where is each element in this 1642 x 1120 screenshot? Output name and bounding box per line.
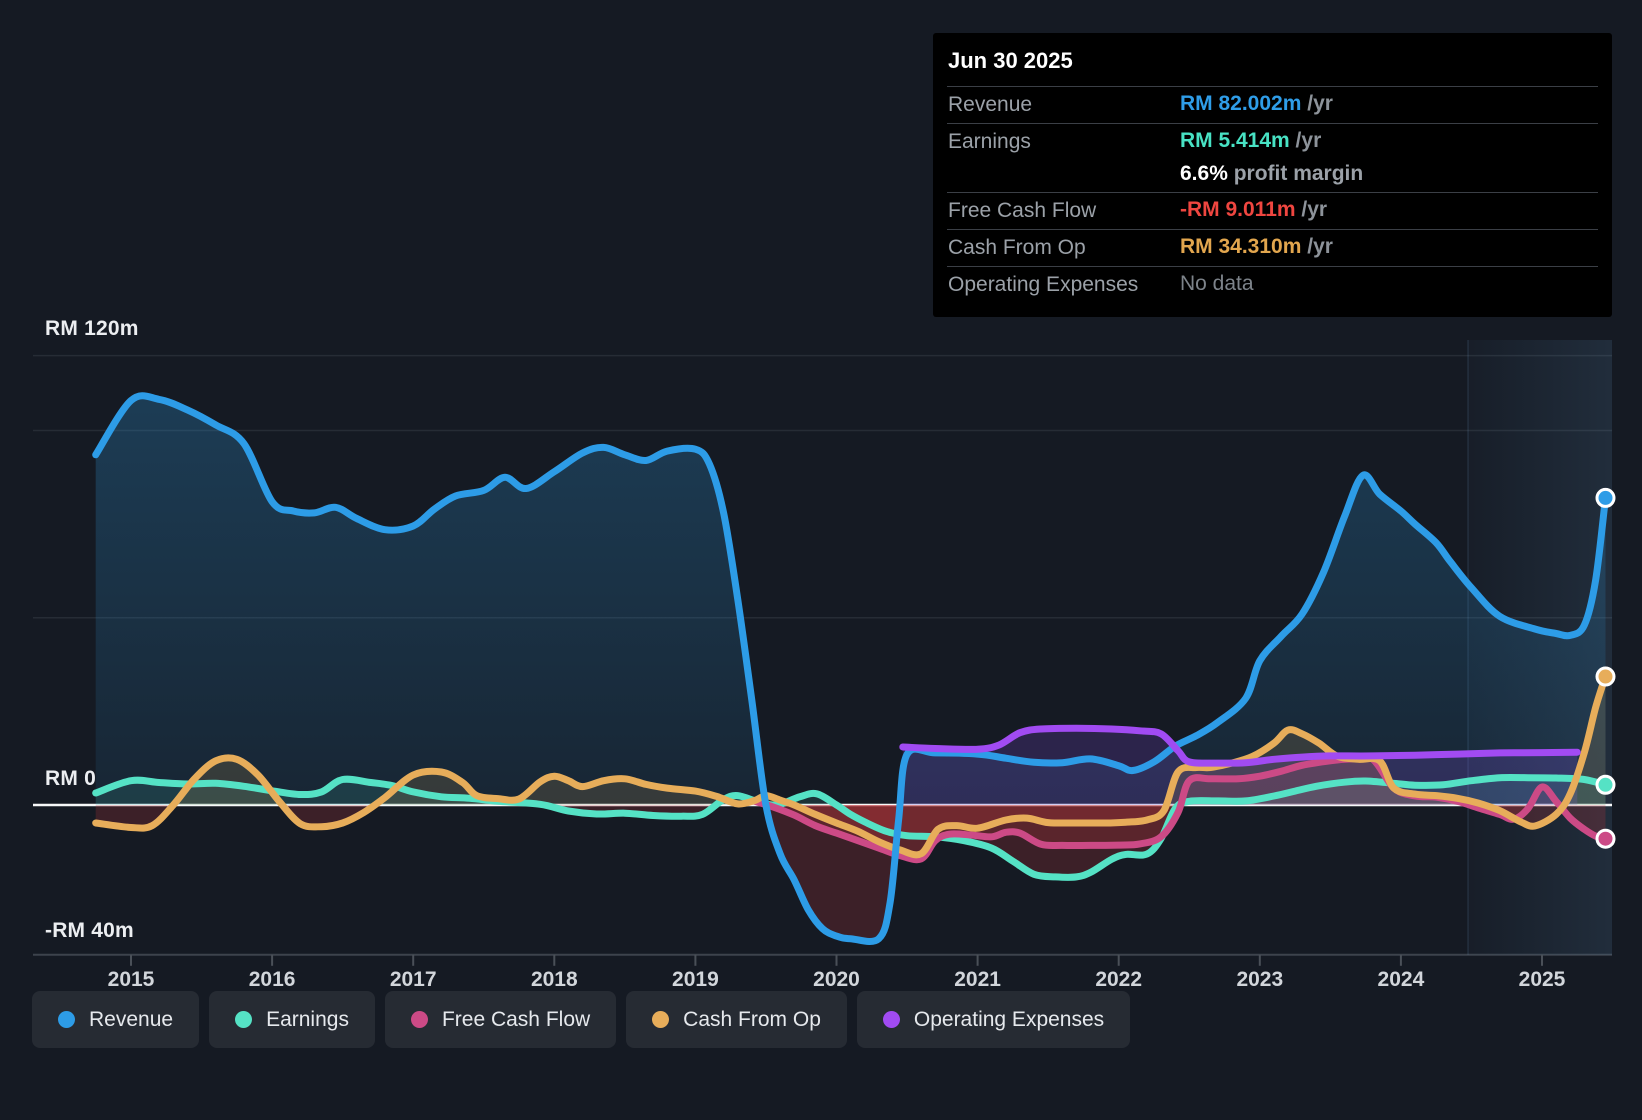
chart-legend: Revenue Earnings Free Cash Flow Cash Fro… bbox=[32, 991, 1131, 1048]
tooltip-label: Operating Expenses bbox=[948, 273, 1139, 296]
legend-item-cash-from-op[interactable]: Cash From Op bbox=[626, 991, 847, 1048]
tooltip-row-free-cash-flow: Free Cash Flow -RM 9.011m /yr bbox=[947, 192, 1598, 229]
y-axis-label-neg40m: -RM 40m bbox=[45, 919, 134, 942]
tooltip-row-operating-expenses: Operating Expenses No data bbox=[947, 266, 1598, 303]
y-axis-label-120m: RM 120m bbox=[45, 317, 139, 340]
tooltip-label: Free Cash Flow bbox=[948, 199, 1097, 222]
chart-tooltip-panel: Jun 30 2025 Revenue RM 82.002m /yr Earni… bbox=[933, 33, 1612, 317]
x-axis-label-2025: 2025 bbox=[1518, 968, 1566, 991]
legend-label: Operating Expenses bbox=[913, 1007, 1105, 1031]
legend-item-operating-expenses[interactable]: Operating Expenses bbox=[856, 991, 1131, 1048]
legend-label: Cash From Op bbox=[683, 1007, 821, 1031]
x-axis-label-2019: 2019 bbox=[672, 968, 719, 991]
stock-financials-chart-page: RM 120m RM 0 -RM 40m 2015 2016 2017 2018 201… bbox=[0, 0, 1642, 1120]
x-axis-label-2022: 2022 bbox=[1095, 968, 1143, 991]
x-axis-label-2024: 2024 bbox=[1377, 968, 1425, 991]
tooltip-value-cash-from-op: RM 34.310m bbox=[1180, 235, 1302, 258]
tooltip-value-revenue: RM 82.002m bbox=[1180, 92, 1302, 115]
tooltip-label: Cash From Op bbox=[948, 236, 1086, 259]
tooltip-value-operating-expenses: No data bbox=[1180, 272, 1254, 295]
tooltip-suffix: /yr bbox=[1289, 129, 1322, 152]
legend-item-free-cash-flow[interactable]: Free Cash Flow bbox=[384, 991, 617, 1048]
x-axis-label-2017: 2017 bbox=[389, 968, 437, 991]
tooltip-value-free-cash-flow: -RM 9.011m bbox=[1180, 198, 1296, 221]
free-cash-flow-dot-icon bbox=[410, 1011, 428, 1028]
revenue-dot-icon bbox=[58, 1011, 75, 1028]
x-axis-label-2020: 2020 bbox=[813, 968, 860, 991]
tooltip-row-earnings: Earnings RM 5.414m /yr 6.6% profit margi… bbox=[947, 123, 1598, 192]
cash-from-op-dot-icon bbox=[652, 1011, 670, 1028]
tooltip-date: Jun 30 2025 bbox=[948, 48, 1073, 73]
x-axis-label-2015: 2015 bbox=[107, 968, 155, 991]
tooltip-row-cash-from-op: Cash From Op RM 34.310m /yr bbox=[947, 229, 1598, 266]
tooltip-row-revenue: Revenue RM 82.002m /yr bbox=[947, 86, 1598, 123]
legend-label: Earnings bbox=[266, 1007, 349, 1031]
legend-item-earnings[interactable]: Earnings bbox=[209, 991, 375, 1048]
tooltip-label: Revenue bbox=[948, 93, 1033, 116]
operating-expenses-dot-icon bbox=[882, 1011, 900, 1028]
x-axis-label-2021: 2021 bbox=[954, 968, 1001, 991]
tooltip-suffix: /yr bbox=[1301, 92, 1333, 115]
x-axis-label-2018: 2018 bbox=[530, 968, 578, 991]
legend-item-revenue[interactable]: Revenue bbox=[32, 991, 200, 1048]
legend-label: Revenue bbox=[89, 1007, 174, 1031]
x-axis-label-2016: 2016 bbox=[248, 968, 296, 991]
tooltip-suffix: /yr bbox=[1301, 235, 1333, 258]
tooltip-suffix: /yr bbox=[1295, 198, 1328, 221]
legend-label: Free Cash Flow bbox=[441, 1007, 591, 1031]
earnings-dot-icon bbox=[235, 1011, 253, 1028]
tooltip-label: Earnings bbox=[948, 130, 1031, 153]
y-axis-label-0: RM 0 bbox=[45, 767, 96, 790]
tooltip-value-earnings: RM 5.414m bbox=[1180, 129, 1290, 152]
tooltip-profit-margin: 6.6% profit margin bbox=[1180, 162, 1364, 185]
x-axis-label-2023: 2023 bbox=[1236, 968, 1284, 991]
